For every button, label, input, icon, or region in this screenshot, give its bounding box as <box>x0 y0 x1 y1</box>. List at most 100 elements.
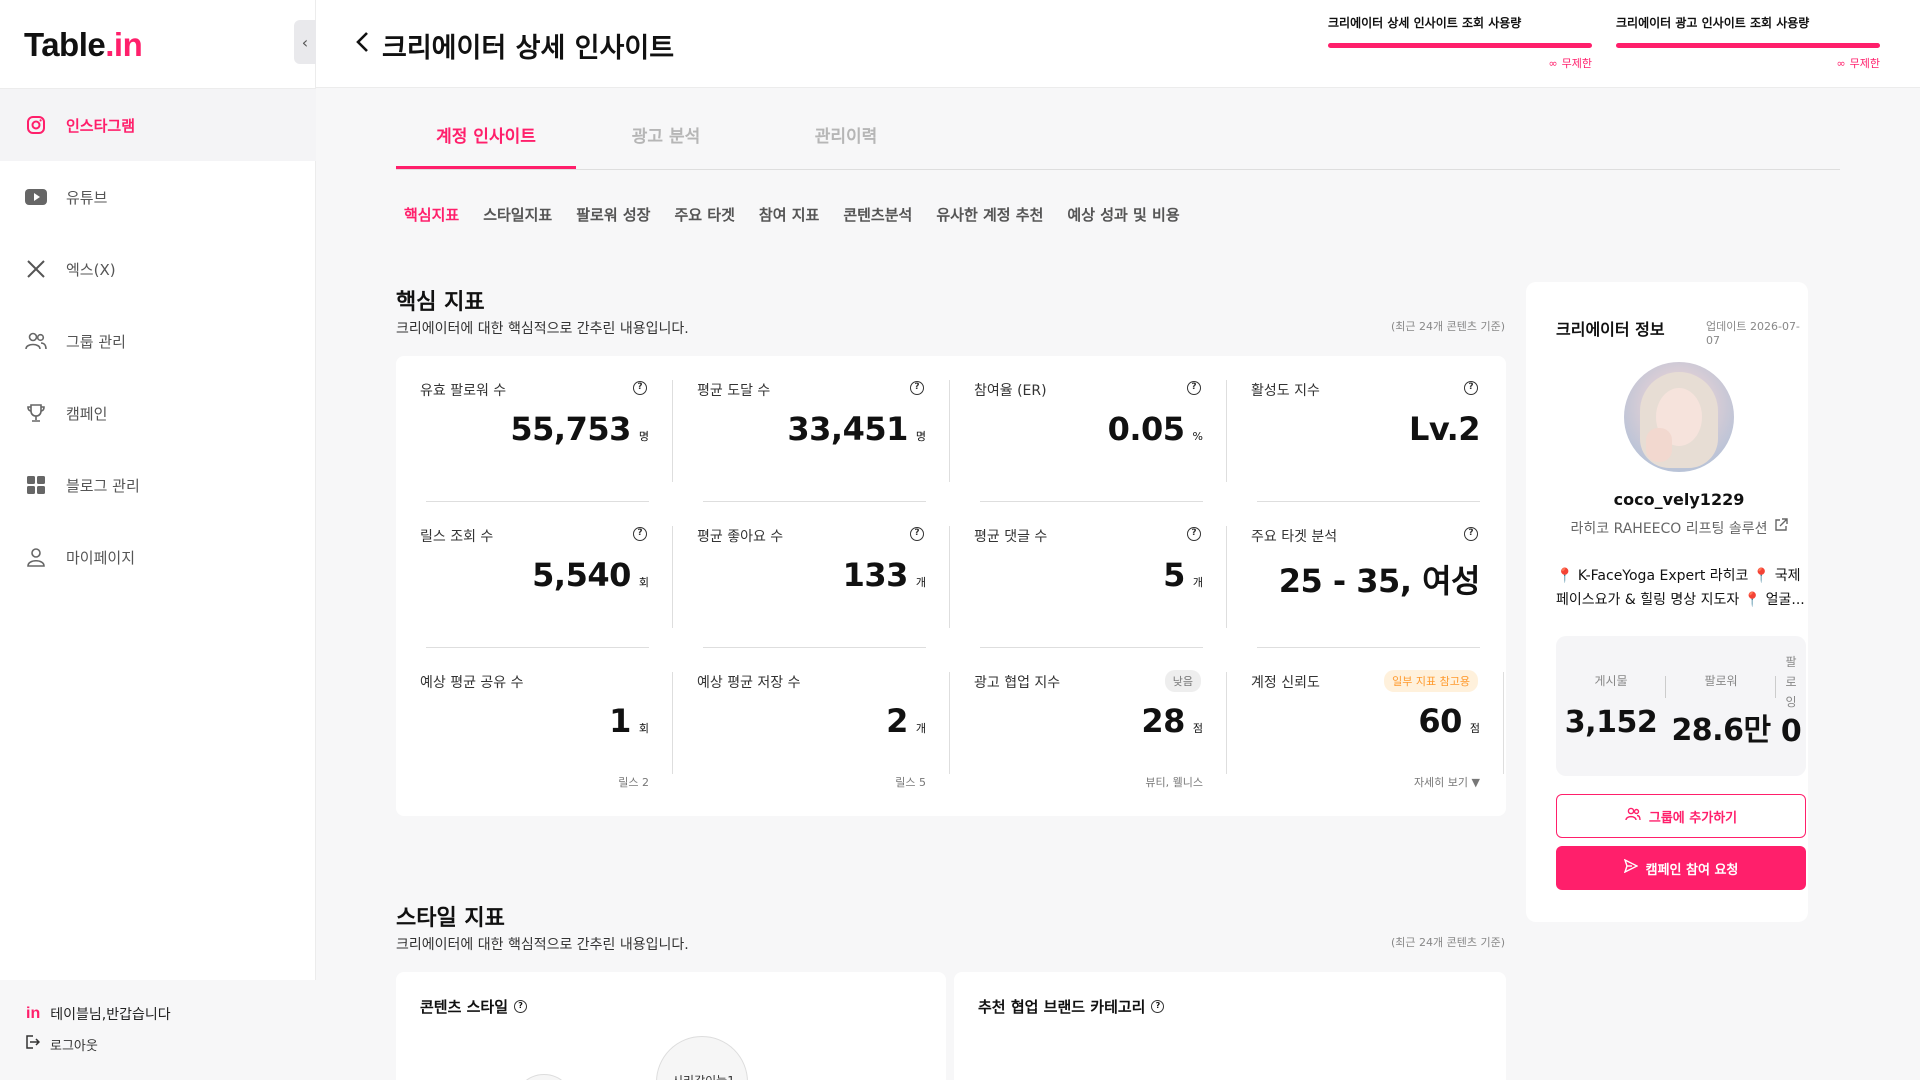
metric-label: 평균 좋아요 수 <box>697 529 784 545</box>
instagram-icon <box>24 113 48 137</box>
subtab-core[interactable]: 핵심지표 <box>404 204 459 225</box>
metric-value: 5 <box>1163 556 1185 594</box>
metric-label: 참여율 (ER) <box>974 383 1047 399</box>
usage-label: 크리에이터 광고 인사이트 조회 사용량 <box>1616 16 1810 30</box>
x-icon <box>24 257 48 281</box>
campaign-request-button[interactable]: 캠페인 참여 요청 <box>1556 846 1806 890</box>
metric-unit: % <box>1192 430 1203 443</box>
metric-label: 주요 타겟 분석 <box>1251 529 1338 545</box>
style-section-desc: 크리에이터에 대한 핵심적으로 간추린 내용입니다. <box>396 937 689 953</box>
sidebar-collapse-button[interactable]: ‹ <box>294 20 316 64</box>
metric-unit: 점 <box>1192 722 1203 735</box>
metric-expected-shares: 예상 평균 공유 수 1회 릴스 2 <box>396 648 673 794</box>
subtab-content-analysis[interactable]: 콘텐츠분석 <box>843 204 912 225</box>
greeting: in 테이블님,반갑습니다 <box>26 1004 171 1024</box>
subtab-engagement[interactable]: 참여 지표 <box>759 204 819 225</box>
metric-unit: 회 <box>638 576 649 589</box>
sidebar-item-campaign[interactable]: 캠페인 <box>0 377 316 449</box>
sidebar-item-blog[interactable]: 블로그 관리 <box>0 449 316 521</box>
sidebar-item-youtube[interactable]: 유튜브 <box>0 161 316 233</box>
usage-ad-insight: 크리에이터 광고 인사이트 조회 사용량 ∞ 무제한 <box>1616 14 1880 71</box>
subtab-expected-cost[interactable]: 예상 성과 및 비용 <box>1067 204 1179 225</box>
metric-value: 133 <box>842 556 909 594</box>
help-icon[interactable]: ? <box>1187 527 1201 541</box>
back-button[interactable]: 크리에이터 상세 인사이트 <box>354 26 674 65</box>
help-icon[interactable]: ? <box>1151 1000 1165 1013</box>
help-icon[interactable]: ? <box>633 527 647 541</box>
main-tabs: 계정 인사이트 광고 분석 관리이력 <box>396 108 1840 170</box>
sidebar-item-label: 그룹 관리 <box>66 332 126 351</box>
help-icon[interactable]: ? <box>910 381 924 395</box>
metric-reels-views: 릴스 조회 수 ? 5,540 회 <box>396 502 673 648</box>
top-header: 크리에이터 상세 인사이트 크리에이터 상세 인사이트 조회 사용량 ∞ 무제한 … <box>316 0 1920 88</box>
metric-value: 55,753 <box>510 410 631 448</box>
group-icon <box>24 329 48 353</box>
see-more-link[interactable]: 자세히 보기 ▼ <box>1414 774 1480 790</box>
brand-category-card: 추천 협업 브랜드 카테고리? <box>954 972 1506 1080</box>
sidebar-item-group[interactable]: 그룹 관리 <box>0 305 316 377</box>
help-icon[interactable]: ? <box>1187 381 1201 395</box>
sidebar-item-x[interactable]: 엑스(X) <box>0 233 316 305</box>
sidebar-item-instagram[interactable]: 인스타그램 <box>0 89 316 161</box>
usage-value: ∞ 무제한 <box>1548 56 1592 71</box>
help-icon[interactable]: ? <box>514 1000 528 1013</box>
logout-icon <box>24 1034 41 1054</box>
sidebar-item-label: 블로그 관리 <box>66 476 140 495</box>
stat-label: 팔로워 <box>1704 674 1738 688</box>
usage-bar <box>1328 43 1592 48</box>
logout-button[interactable]: 로그아웃 <box>24 1034 98 1054</box>
metric-unit: 개 <box>1192 576 1203 589</box>
metric-label: 활성도 지수 <box>1251 383 1320 399</box>
help-icon[interactable]: ? <box>1464 381 1478 395</box>
greeting-text: 테이블님,반갑습니다 <box>50 1007 171 1023</box>
metric-engagement-rate: 참여율 (ER) ? 0.05% <box>950 356 1227 502</box>
sidebar-item-label: 유튜브 <box>66 188 108 207</box>
avatar <box>1624 362 1734 472</box>
subtab-follower-growth[interactable]: 팔로워 성장 <box>576 204 650 225</box>
infinity-icon: ∞ <box>1836 56 1846 70</box>
creator-info-panel: 크리에이터 정보 업데이트 2026-07-07 coco_vely1229 라… <box>1526 282 1808 922</box>
sidebar-item-label: 인스타그램 <box>66 116 136 135</box>
card-title: 콘텐츠 스타일? <box>420 996 528 1017</box>
add-to-group-button[interactable]: 그룹에 추가하기 <box>1556 794 1806 838</box>
metric-effective-followers: 유효 팔로워 수 ? 55,753 명 <box>396 356 673 502</box>
card-title: 추천 협업 브랜드 카테고리? <box>978 996 1165 1017</box>
metric-value: 60 <box>1418 702 1462 740</box>
subtab-target[interactable]: 주요 타겟 <box>674 204 734 225</box>
metric-label: 계정 신뢰도 <box>1251 675 1320 691</box>
tab-ad-analysis[interactable]: 광고 분석 <box>576 108 756 169</box>
creator-updated-date: 업데이트 2026-07-07 <box>1706 320 1800 347</box>
sidebar-item-mypage[interactable]: 마이페이지 <box>0 521 316 593</box>
core-section-note: (최근 24개 콘텐츠 기준) <box>1390 320 1505 333</box>
metric-label: 예상 평균 공유 수 <box>420 675 524 691</box>
trophy-icon <box>24 401 48 425</box>
subtab-similar-accounts[interactable]: 유사한 계정 추천 <box>936 204 1043 225</box>
help-icon[interactable]: ? <box>1464 527 1478 541</box>
stat-value: 3,152 <box>1564 705 1658 740</box>
stat-label: 게시물 <box>1594 674 1628 688</box>
metric-value: Lv.2 <box>1408 410 1481 448</box>
tab-account-insight[interactable]: 계정 인사이트 <box>396 108 576 169</box>
app-logo[interactable]: Table.in <box>24 26 143 64</box>
user-icon <box>24 545 48 569</box>
metric-sub: 릴스 2 <box>618 776 649 789</box>
creator-stats: 게시물 3,152 팔로워 28.6만 팔로잉 0 <box>1556 636 1806 776</box>
divider <box>1503 672 1504 774</box>
tab-history[interactable]: 관리이력 <box>756 108 936 169</box>
stat-following: 팔로잉 0 <box>1776 636 1806 776</box>
help-icon[interactable]: ? <box>633 381 647 395</box>
style-bubble[interactable] <box>514 1074 574 1080</box>
metric-avg-reach: 평균 도달 수 ? 33,451 명 <box>673 356 950 502</box>
creator-panel-title: 크리에이터 정보 <box>1556 320 1665 339</box>
metric-ad-collab-index: 광고 협업 지수 낮음 28 점 뷰티, 웰니스 <box>950 648 1227 794</box>
subtab-style[interactable]: 스타일지표 <box>483 204 552 225</box>
metric-unit: 점 <box>1469 722 1480 735</box>
help-icon[interactable]: ? <box>910 527 924 541</box>
sidebar-item-label: 엑스(X) <box>66 260 116 279</box>
creator-company-link[interactable]: 라히코 RAHEECO 리프팅 솔루션 <box>1526 518 1832 538</box>
usage-label: 크리에이터 상세 인사이트 조회 사용량 <box>1328 16 1522 30</box>
infinity-icon: ∞ <box>1548 56 1558 70</box>
metric-label: 릴스 조회 수 <box>420 529 494 545</box>
stat-followers: 팔로워 28.6만 <box>1666 636 1776 776</box>
stat-value: 0 <box>1780 714 1802 749</box>
